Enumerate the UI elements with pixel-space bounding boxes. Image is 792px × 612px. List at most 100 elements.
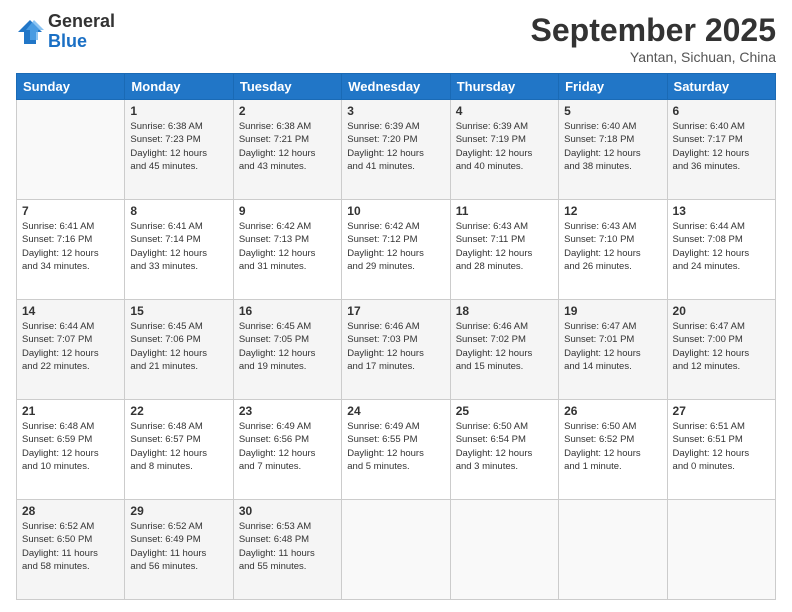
day-info: Sunrise: 6:39 AMSunset: 7:19 PMDaylight:… [456, 120, 553, 173]
day-info: Sunrise: 6:38 AMSunset: 7:23 PMDaylight:… [130, 120, 227, 173]
title-block: September 2025 Yantan, Sichuan, China [531, 12, 776, 65]
day-number: 17 [347, 304, 444, 318]
calendar-cell: 9 Sunrise: 6:42 AMSunset: 7:13 PMDaylight… [233, 200, 341, 300]
calendar-week-row: 21 Sunrise: 6:48 AMSunset: 6:59 PMDayligh… [17, 400, 776, 500]
calendar-cell: 13Sunrise: 6:44 AMSunset: 7:08 PMDayligh… [667, 200, 775, 300]
month-title: September 2025 [531, 12, 776, 49]
calendar-cell: 16Sunrise: 6:45 AMSunset: 7:05 PMDayligh… [233, 300, 341, 400]
day-info: Sunrise: 6:40 AMSunset: 7:18 PMDaylight:… [564, 120, 661, 173]
day-number: 29 [130, 504, 227, 518]
day-number: 24 [347, 404, 444, 418]
calendar-cell: 15Sunrise: 6:45 AMSunset: 7:06 PMDayligh… [125, 300, 233, 400]
calendar-body: 1 Sunrise: 6:38 AMSunset: 7:23 PMDaylight… [17, 100, 776, 600]
day-number: 5 [564, 104, 661, 118]
logo-icon [16, 18, 44, 46]
day-info: Sunrise: 6:43 AMSunset: 7:10 PMDaylight:… [564, 220, 661, 273]
day-info: Sunrise: 6:41 AMSunset: 7:14 PMDaylight:… [130, 220, 227, 273]
calendar-header: Sunday Monday Tuesday Wednesday Thursday… [17, 74, 776, 100]
day-info: Sunrise: 6:46 AMSunset: 7:02 PMDaylight:… [456, 320, 553, 373]
day-number: 4 [456, 104, 553, 118]
col-saturday: Saturday [667, 74, 775, 100]
page: General Blue September 2025 Yantan, Sich… [0, 0, 792, 612]
calendar-cell: 10Sunrise: 6:42 AMSunset: 7:12 PMDayligh… [342, 200, 450, 300]
day-number: 2 [239, 104, 336, 118]
day-number: 23 [239, 404, 336, 418]
day-number: 9 [239, 204, 336, 218]
day-info: Sunrise: 6:49 AMSunset: 6:56 PMDaylight:… [239, 420, 336, 473]
location: Yantan, Sichuan, China [531, 49, 776, 65]
day-number: 3 [347, 104, 444, 118]
logo-general-text: General [48, 12, 115, 32]
calendar-cell: 19 Sunrise: 6:47 AMSunset: 7:01 PMDayligh… [559, 300, 667, 400]
day-info: Sunrise: 6:50 AMSunset: 6:52 PMDaylight:… [564, 420, 661, 473]
col-friday: Friday [559, 74, 667, 100]
day-info: Sunrise: 6:45 AMSunset: 7:06 PMDaylight:… [130, 320, 227, 373]
calendar-cell: 29 Sunrise: 6:52 AMSunset: 6:49 PMDayligh… [125, 500, 233, 600]
day-info: Sunrise: 6:47 AMSunset: 7:01 PMDaylight:… [564, 320, 661, 373]
calendar-cell: 6 Sunrise: 6:40 AMSunset: 7:17 PMDaylight… [667, 100, 775, 200]
col-sunday: Sunday [17, 74, 125, 100]
col-thursday: Thursday [450, 74, 558, 100]
day-info: Sunrise: 6:44 AMSunset: 7:08 PMDaylight:… [673, 220, 770, 273]
calendar-cell: 11Sunrise: 6:43 AMSunset: 7:11 PMDayligh… [450, 200, 558, 300]
calendar-cell: 30 Sunrise: 6:53 AMSunset: 6:48 PMDayligh… [233, 500, 341, 600]
logo-text: General Blue [48, 12, 115, 52]
calendar-cell: 12 Sunrise: 6:43 AMSunset: 7:10 PMDayligh… [559, 200, 667, 300]
calendar-cell: 20 Sunrise: 6:47 AMSunset: 7:00 PMDayligh… [667, 300, 775, 400]
calendar-cell: 24 Sunrise: 6:49 AMSunset: 6:55 PMDayligh… [342, 400, 450, 500]
day-info: Sunrise: 6:41 AMSunset: 7:16 PMDaylight:… [22, 220, 119, 273]
day-info: Sunrise: 6:44 AMSunset: 7:07 PMDaylight:… [22, 320, 119, 373]
calendar-cell [342, 500, 450, 600]
calendar-cell [559, 500, 667, 600]
day-number: 1 [130, 104, 227, 118]
day-info: Sunrise: 6:53 AMSunset: 6:48 PMDaylight:… [239, 520, 336, 573]
day-number: 14 [22, 304, 119, 318]
day-number: 12 [564, 204, 661, 218]
calendar-cell: 3Sunrise: 6:39 AMSunset: 7:20 PMDaylight… [342, 100, 450, 200]
calendar-cell: 7Sunrise: 6:41 AMSunset: 7:16 PMDaylight… [17, 200, 125, 300]
day-info: Sunrise: 6:52 AMSunset: 6:49 PMDaylight:… [130, 520, 227, 573]
calendar-cell: 14 Sunrise: 6:44 AMSunset: 7:07 PMDayligh… [17, 300, 125, 400]
day-number: 21 [22, 404, 119, 418]
day-info: Sunrise: 6:51 AMSunset: 6:51 PMDaylight:… [673, 420, 770, 473]
col-wednesday: Wednesday [342, 74, 450, 100]
logo-blue-text: Blue [48, 32, 115, 52]
header-row: Sunday Monday Tuesday Wednesday Thursday… [17, 74, 776, 100]
col-tuesday: Tuesday [233, 74, 341, 100]
calendar-cell: 18Sunrise: 6:46 AMSunset: 7:02 PMDayligh… [450, 300, 558, 400]
calendar-week-row: 28Sunrise: 6:52 AMSunset: 6:50 PMDayligh… [17, 500, 776, 600]
calendar-cell: 26 Sunrise: 6:50 AMSunset: 6:52 PMDayligh… [559, 400, 667, 500]
day-number: 25 [456, 404, 553, 418]
day-number: 6 [673, 104, 770, 118]
day-info: Sunrise: 6:52 AMSunset: 6:50 PMDaylight:… [22, 520, 119, 573]
day-info: Sunrise: 6:49 AMSunset: 6:55 PMDaylight:… [347, 420, 444, 473]
day-info: Sunrise: 6:38 AMSunset: 7:21 PMDaylight:… [239, 120, 336, 173]
day-number: 8 [130, 204, 227, 218]
day-number: 26 [564, 404, 661, 418]
day-number: 27 [673, 404, 770, 418]
calendar-cell [450, 500, 558, 600]
day-number: 19 [564, 304, 661, 318]
day-info: Sunrise: 6:47 AMSunset: 7:00 PMDaylight:… [673, 320, 770, 373]
calendar-cell: 21 Sunrise: 6:48 AMSunset: 6:59 PMDayligh… [17, 400, 125, 500]
day-info: Sunrise: 6:50 AMSunset: 6:54 PMDaylight:… [456, 420, 553, 473]
logo: General Blue [16, 12, 115, 52]
calendar-cell: 28Sunrise: 6:52 AMSunset: 6:50 PMDayligh… [17, 500, 125, 600]
day-number: 30 [239, 504, 336, 518]
day-number: 22 [130, 404, 227, 418]
day-info: Sunrise: 6:48 AMSunset: 6:57 PMDaylight:… [130, 420, 227, 473]
day-number: 10 [347, 204, 444, 218]
col-monday: Monday [125, 74, 233, 100]
day-number: 20 [673, 304, 770, 318]
calendar-table: Sunday Monday Tuesday Wednesday Thursday… [16, 73, 776, 600]
calendar-cell: 1 Sunrise: 6:38 AMSunset: 7:23 PMDaylight… [125, 100, 233, 200]
header: General Blue September 2025 Yantan, Sich… [16, 12, 776, 65]
calendar-week-row: 7Sunrise: 6:41 AMSunset: 7:16 PMDaylight… [17, 200, 776, 300]
calendar-cell: 23 Sunrise: 6:49 AMSunset: 6:56 PMDayligh… [233, 400, 341, 500]
calendar-cell: 25 Sunrise: 6:50 AMSunset: 6:54 PMDayligh… [450, 400, 558, 500]
day-info: Sunrise: 6:40 AMSunset: 7:17 PMDaylight:… [673, 120, 770, 173]
calendar-week-row: 14 Sunrise: 6:44 AMSunset: 7:07 PMDayligh… [17, 300, 776, 400]
day-info: Sunrise: 6:48 AMSunset: 6:59 PMDaylight:… [22, 420, 119, 473]
calendar-cell: 5 Sunrise: 6:40 AMSunset: 7:18 PMDaylight… [559, 100, 667, 200]
day-info: Sunrise: 6:42 AMSunset: 7:13 PMDaylight:… [239, 220, 336, 273]
